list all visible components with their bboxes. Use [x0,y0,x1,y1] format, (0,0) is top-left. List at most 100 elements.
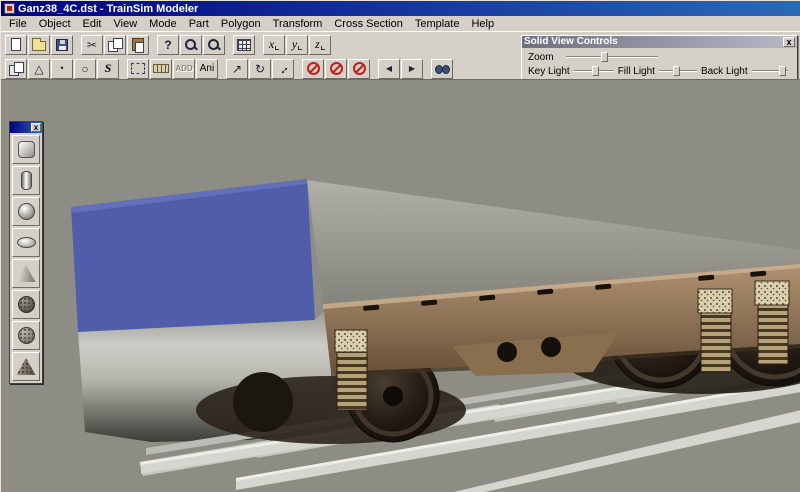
palette-tool-box[interactable] [12,135,40,164]
toolbar-separator [424,59,430,79]
palette-tool-disc[interactable] [12,228,40,257]
menu-bar: File Object Edit View Mode Part Polygon … [1,16,800,31]
menu-item-transform[interactable]: Transform [267,17,329,31]
measure-button[interactable] [150,59,172,79]
open-file-button[interactable] [28,35,50,55]
rotate-button[interactable]: ↻ [249,59,271,79]
key-light-slider[interactable] [574,65,614,77]
zoom-in-icon [184,38,198,52]
zoom-out-icon [207,38,221,52]
right-axlebox-1[interactable] [698,289,732,313]
palette-titlebar[interactable]: x [10,122,42,133]
circle-tool-button[interactable]: ○ [74,59,96,79]
rock-sphere-light-icon [18,327,35,344]
menu-item-help[interactable]: Help [465,17,500,31]
circle-icon: ○ [81,63,88,75]
slider-thumb[interactable] [592,66,599,76]
next-button[interactable]: ▶ [401,59,423,79]
toolbar-separator [219,59,225,79]
copy-button[interactable] [104,35,126,55]
triangle-tool-button[interactable]: △ [28,59,50,79]
save-file-button[interactable] [51,35,73,55]
toolbar-separator [120,59,126,79]
duplicate-part-button[interactable] [5,59,27,79]
palette-tool-rock-sphere-dark[interactable] [12,290,40,319]
menu-item-polygon[interactable]: Polygon [215,17,267,31]
ani-label: Ani [200,63,214,74]
stretch-button[interactable]: ↔ [272,59,294,79]
no-scale-button[interactable] [348,59,370,79]
axis-tick-icon [298,46,302,50]
ruler-icon [153,64,169,73]
scene-canvas[interactable] [1,80,800,492]
close-icon[interactable]: x [31,123,41,132]
solid-view-controls-title: Solid View Controls [524,37,618,47]
slider-thumb[interactable] [779,66,786,76]
zoom-in-button[interactable] [180,35,202,55]
palette-tool-cone[interactable] [12,259,40,288]
no-move-button[interactable] [302,59,324,79]
zoom-out-button[interactable] [203,35,225,55]
pointer-button[interactable]: ↗ [226,59,248,79]
menu-item-edit[interactable]: Edit [77,17,108,31]
grid-icon [237,39,251,51]
palette-tool-rock-cone[interactable] [12,352,40,381]
palette-tool-sphere[interactable] [12,197,40,226]
marquee-select-button[interactable] [127,59,149,79]
next-icon: ▶ [409,65,415,73]
no-rotate-button[interactable] [325,59,347,79]
help-button[interactable]: ? [157,35,179,55]
slider-thumb[interactable] [673,66,680,76]
right-axlebox-2[interactable] [755,281,789,305]
viewport-3d[interactable]: x [1,79,800,492]
slider-track[interactable] [566,56,658,58]
primitive-palette: x [9,121,43,384]
close-icon[interactable]: x [783,37,795,47]
axis-x-label: x [269,37,274,52]
axis-x-button[interactable]: x [263,35,285,55]
wheel-hub [383,386,403,406]
cut-icon: ✂ [87,39,97,51]
spline-tool-button[interactable]: S [97,59,119,79]
palette-tool-rock-sphere-light[interactable] [12,321,40,350]
cone-primitive-icon [17,265,36,282]
prev-button[interactable]: ◀ [378,59,400,79]
new-file-button[interactable] [5,35,27,55]
axis-y-button[interactable]: y [286,35,308,55]
add-button[interactable]: ADD [173,59,195,79]
axis-tick-icon [275,46,279,50]
back-light-slider[interactable] [752,65,788,77]
left-rear-wheel[interactable] [233,372,293,432]
frame-hole [541,337,561,357]
toolbar-area: ✂ ? x y z △ • ○ S ADD Ani ↗ [1,31,800,79]
menu-item-mode[interactable]: Mode [143,17,183,31]
animation-button[interactable]: Ani [196,59,218,79]
toolbar-separator [150,35,156,55]
grid-toggle-button[interactable] [233,35,255,55]
point-icon: • [60,64,63,73]
palette-tool-cylinder[interactable] [12,166,40,195]
menu-item-part[interactable]: Part [183,17,215,31]
toolbar-separator [226,35,232,55]
paste-button[interactable] [127,35,149,55]
cut-button[interactable]: ✂ [81,35,103,55]
triangle-icon: △ [34,63,43,75]
solid-view-controls-titlebar[interactable]: Solid View Controls x [522,36,797,48]
no-rotate-icon [330,62,343,75]
fill-light-slider[interactable] [659,65,697,77]
point-tool-button[interactable]: • [51,59,73,79]
left-axlebox[interactable] [335,330,367,352]
menu-item-object[interactable]: Object [33,17,77,31]
menu-item-cross-section[interactable]: Cross Section [328,17,408,31]
menu-item-view[interactable]: View [108,17,144,31]
axis-y-label: y [292,37,297,52]
find-button[interactable] [431,59,453,79]
zoom-label: Zoom [528,52,562,63]
menu-item-file[interactable]: File [3,17,33,31]
axis-z-button[interactable]: z [309,35,331,55]
menu-item-template[interactable]: Template [409,17,466,31]
paste-icon [132,38,144,51]
title-bar[interactable]: Ganz38_4C.dst - TrainSim Modeler [1,1,800,16]
slider-thumb[interactable] [601,52,608,62]
zoom-slider[interactable] [566,51,658,63]
